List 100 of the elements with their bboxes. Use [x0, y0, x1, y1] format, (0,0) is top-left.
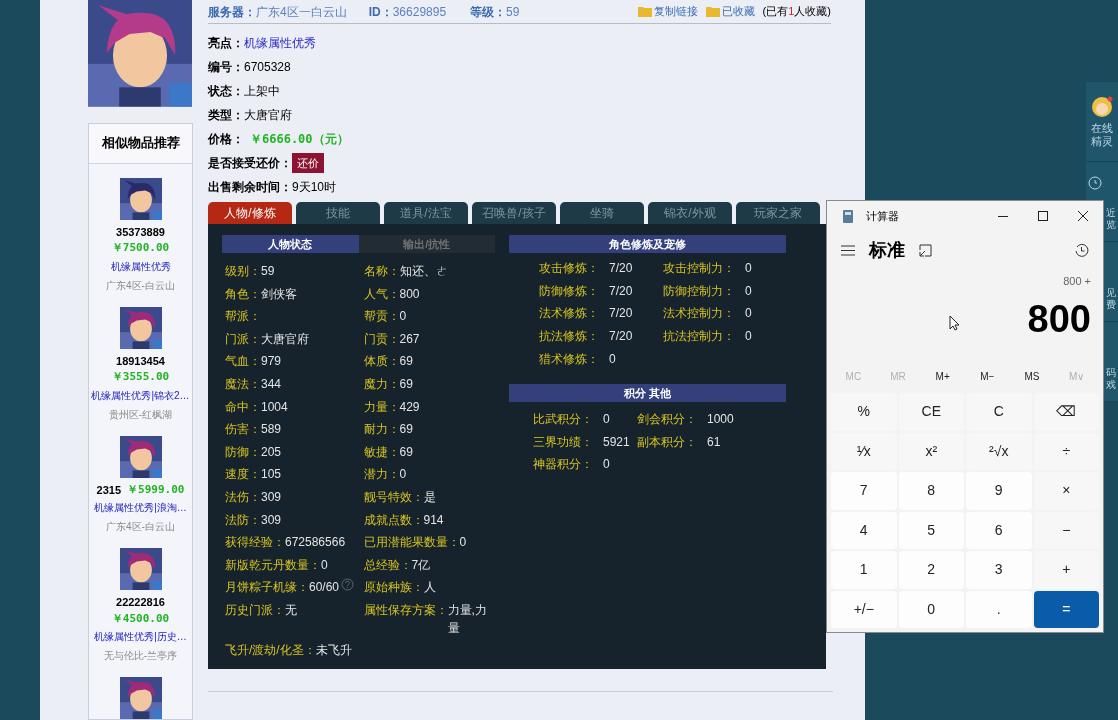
cultivation-label: 法术修炼：: [539, 305, 599, 323]
calculator-key[interactable]: ÷: [1033, 432, 1099, 470]
menu-icon[interactable]: [841, 244, 855, 256]
tab[interactable]: 召唤兽/孩子: [472, 202, 556, 224]
calculator-key[interactable]: 4: [831, 511, 897, 549]
item-tags-link[interactable]: 机缘属性优秀: [110, 258, 171, 274]
detail-label: 出售剩余时间：: [208, 179, 292, 196]
calculator-key[interactable]: %: [831, 393, 897, 431]
side-panel-item[interactable]: 在线精灵: [1086, 82, 1118, 162]
tab[interactable]: 人物/修炼: [208, 202, 292, 224]
stat-label: 属性保存方案：: [363, 601, 448, 619]
counter-offer-button[interactable]: 还价: [292, 153, 324, 173]
stat-label: 名称：: [363, 263, 400, 280]
item-tags-link[interactable]: 机缘属性优秀|浪淘…: [94, 500, 187, 515]
calculator-key[interactable]: 7: [831, 472, 897, 510]
cultivation-value: 0: [745, 328, 752, 346]
calculator-key[interactable]: ¹⁄x: [831, 432, 897, 470]
item-tags-link[interactable]: 机缘属性优秀|锦衣2…: [91, 387, 190, 403]
side-panel-item[interactable]: 码戏: [1104, 322, 1118, 401]
id-value: 36629895: [392, 3, 447, 21]
points-value: 0: [603, 456, 610, 474]
mode-title: 标准: [869, 238, 905, 262]
stat-label: 帮派：: [225, 308, 261, 326]
side-panel-item[interactable]: 近览: [1104, 162, 1118, 241]
id-label: ID：: [368, 3, 393, 21]
calculator-key[interactable]: ²√x: [966, 432, 1032, 470]
tab[interactable]: 坐骑: [560, 202, 644, 224]
calculator-key[interactable]: CE: [898, 393, 964, 431]
stat-value: 0: [399, 308, 407, 326]
memory-button[interactable]: M+: [920, 363, 965, 389]
calculator-key[interactable]: .: [966, 590, 1032, 628]
stat-label: 敏捷：: [363, 443, 400, 461]
calculator-key[interactable]: =: [1033, 590, 1099, 628]
stat-label: 获得经验：: [225, 534, 285, 552]
status-tab[interactable]: 人物状态: [222, 235, 359, 253]
calculator-key[interactable]: 3: [966, 551, 1032, 589]
keep-on-top-icon[interactable]: [919, 243, 932, 257]
stat-value: 1004: [261, 398, 288, 416]
stat-label: 新版乾元丹数量：: [225, 556, 321, 574]
memory-button[interactable]: M−: [965, 363, 1010, 389]
cultivation-value: 7/20: [609, 328, 633, 346]
calculator-key[interactable]: +/−: [831, 590, 897, 628]
item-server: 广东4区-白云山: [106, 520, 175, 534]
stat-value: 力量,力量: [447, 601, 488, 637]
stat-label: 气血：: [225, 353, 261, 371]
tab[interactable]: 玩家之家: [736, 202, 820, 224]
calculator-key[interactable]: 5: [898, 511, 964, 549]
cultivation-label: 抗法修炼：: [539, 328, 599, 346]
item-id: 18913454: [116, 353, 165, 369]
calculator-key[interactable]: C: [966, 393, 1032, 431]
stat-label: 角色：: [225, 285, 261, 303]
calculator-key[interactable]: ⌫: [1033, 393, 1099, 431]
side-panel-item[interactable]: 见费: [1104, 242, 1118, 321]
tab[interactable]: 技能: [296, 202, 380, 224]
stat-value: 0: [459, 534, 467, 552]
memory-button[interactable]: MS: [1009, 363, 1055, 389]
cultivation-value: 7/20: [609, 282, 633, 300]
stat-value: 69: [399, 375, 413, 393]
stat-value: 人: [423, 579, 436, 597]
stat-value: 无: [285, 601, 297, 619]
stat-value: 589: [261, 421, 282, 439]
detail-label: 价格：: [208, 131, 244, 148]
stat-value: 0: [321, 556, 328, 574]
cultivation-label: 猎术修炼：: [539, 350, 599, 368]
item-price: ￥7500.00: [111, 240, 170, 256]
stat-label: 速度：: [225, 466, 261, 484]
calculator-key[interactable]: 8: [898, 472, 964, 510]
points-value: 5921: [603, 433, 630, 451]
calculator-key[interactable]: 0: [898, 590, 964, 628]
stat-value: 是: [423, 488, 436, 506]
detail-label: 编号：: [208, 59, 244, 76]
header-link[interactable]: 已收藏: [705, 3, 755, 20]
points-label: 副本积分：: [637, 433, 697, 451]
history-icon[interactable]: [1074, 242, 1089, 258]
tab[interactable]: 道具/法宝: [384, 202, 468, 224]
detail-link[interactable]: 机缘属性优秀: [244, 34, 316, 52]
calculator-key[interactable]: 9: [966, 472, 1032, 510]
detail-value: 上架中: [244, 83, 280, 100]
calculator-key[interactable]: +: [1033, 551, 1099, 589]
calculator-key[interactable]: ×: [1033, 472, 1099, 510]
calculator-key[interactable]: x²: [898, 432, 964, 470]
calculator-key[interactable]: 1: [831, 551, 897, 589]
section-title: 相似物品推荐: [89, 123, 192, 164]
header-link[interactable]: 复制链接: [637, 3, 698, 20]
stat-value: 672586566: [285, 534, 346, 552]
stat-label: 飞升/渡劫/化圣：: [225, 641, 316, 659]
calculator-key[interactable]: 2: [898, 551, 964, 589]
item-tags-link[interactable]: 机缘属性优秀|历史…: [94, 629, 187, 644]
detail-label: 亮点：: [208, 35, 244, 52]
cultivation-value: 7/20: [609, 260, 633, 278]
stat-value: 914: [423, 511, 444, 529]
stat-value: 979: [261, 353, 282, 371]
calculator-key[interactable]: −: [1033, 511, 1099, 549]
detail-label: 类型：: [208, 107, 244, 124]
tab[interactable]: 锦衣/外观: [648, 202, 732, 224]
item-id: 35373889: [116, 224, 165, 240]
detail-label: 是否接受还价：: [208, 155, 292, 172]
stat-value: 344: [261, 375, 282, 393]
stat-value: 69: [399, 421, 413, 439]
calculator-key[interactable]: 6: [966, 511, 1032, 549]
